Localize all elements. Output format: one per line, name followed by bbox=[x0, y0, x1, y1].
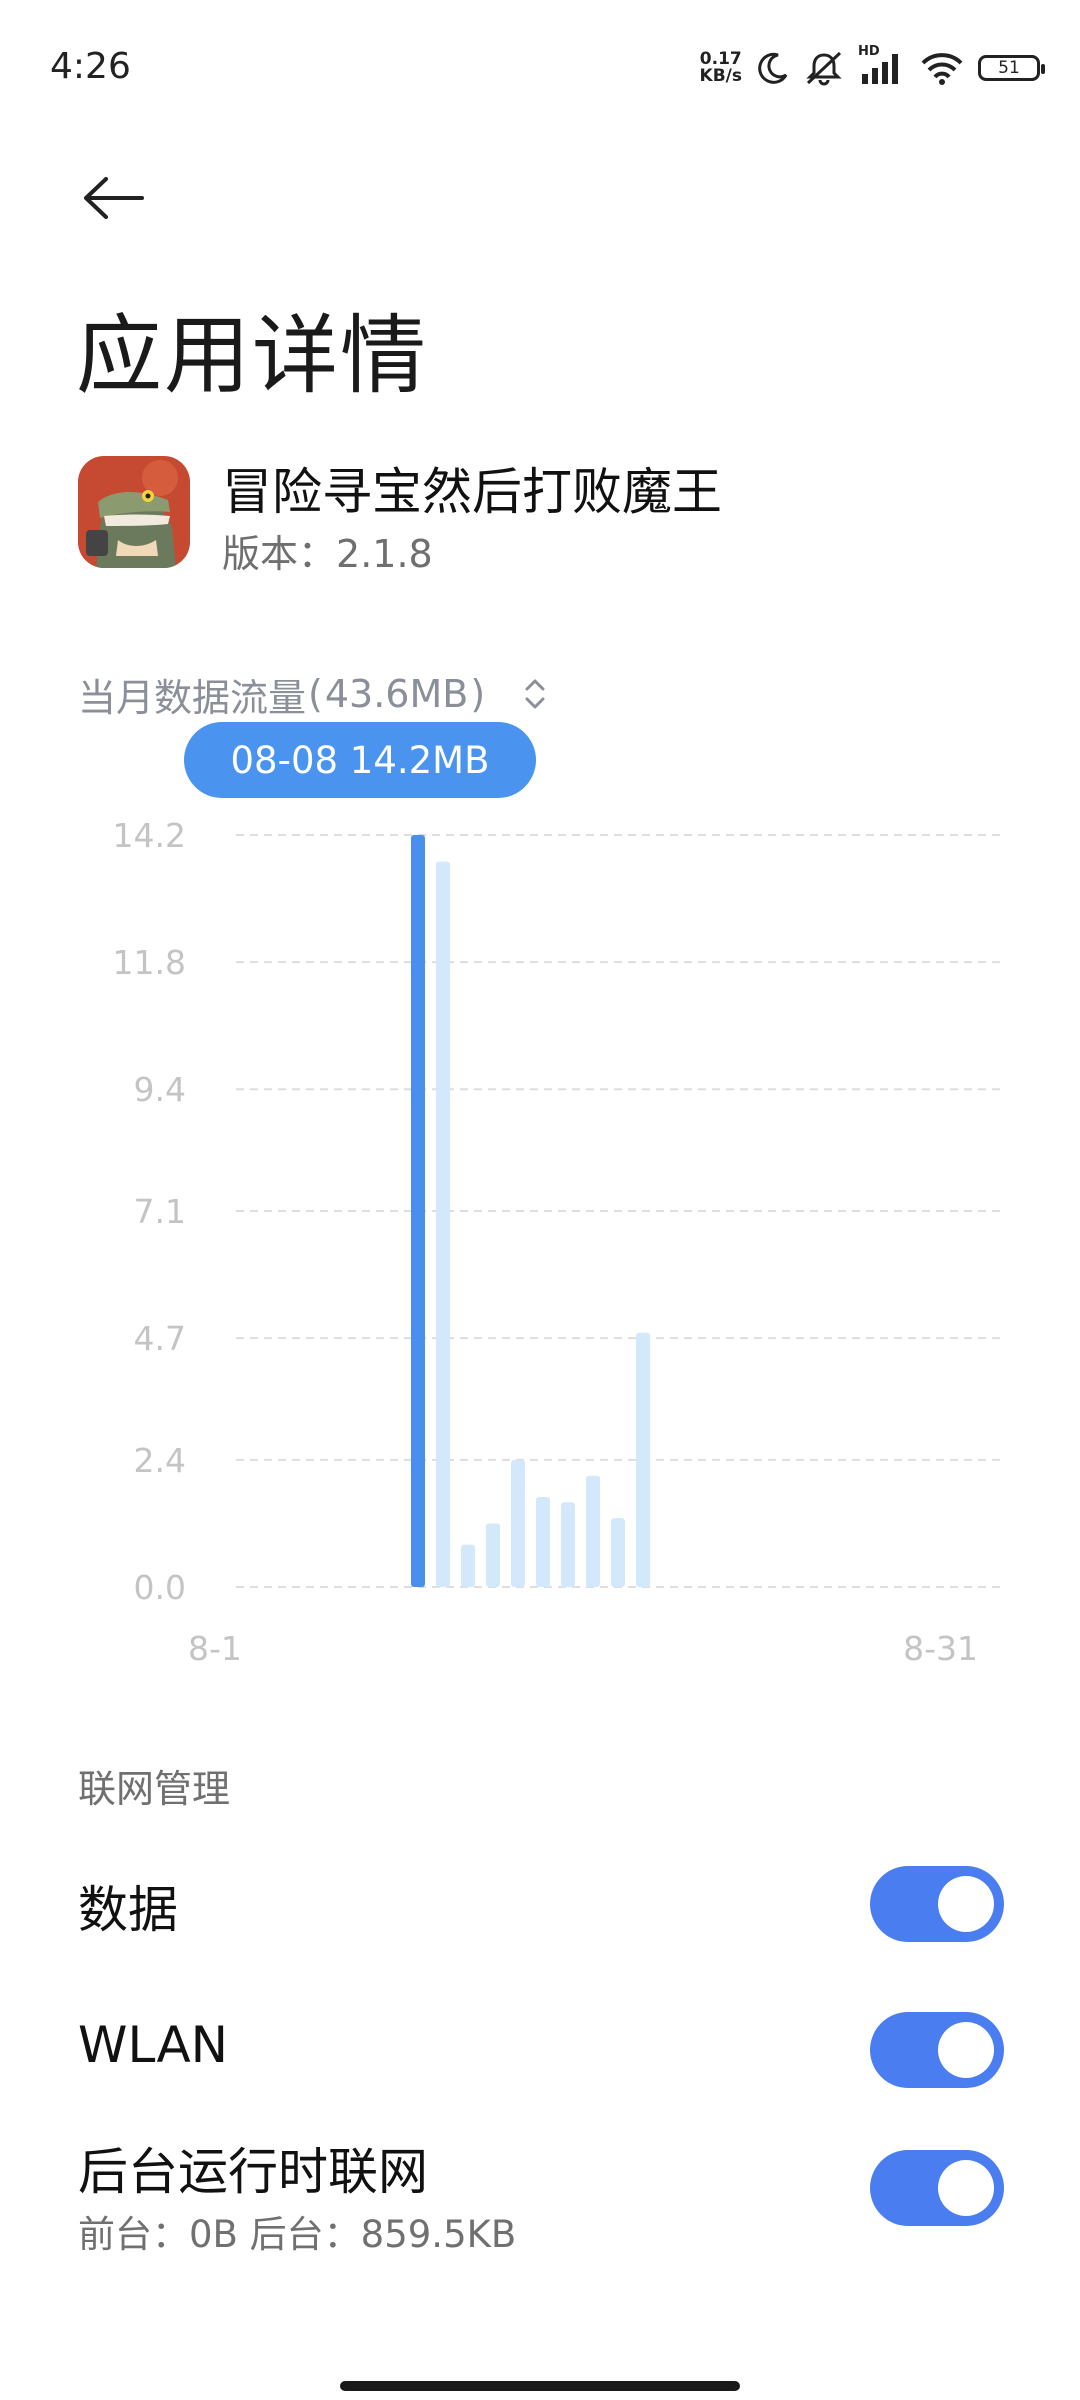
up-down-arrows-icon bbox=[523, 677, 547, 711]
setting-row-background[interactable]: 后台运行时联网 前台：0B 后台：859.5KB bbox=[0, 2128, 1080, 2268]
setting-title: WLAN bbox=[78, 2016, 229, 2074]
signal-icon: HD bbox=[858, 44, 906, 86]
chart-y-tick-label: 7.1 bbox=[134, 1192, 186, 1231]
back-button[interactable] bbox=[72, 156, 156, 240]
status-bar: 4:26 0.17 KB/s HD 51 bbox=[0, 0, 1080, 140]
setting-subtitle: 前台：0B 后台：859.5KB bbox=[78, 2213, 517, 2256]
toggle-knob bbox=[938, 2160, 994, 2216]
chart-bar[interactable] bbox=[586, 1475, 600, 1587]
status-icons: 0.17 KB/s HD 51 bbox=[699, 44, 1045, 90]
arrow-left-icon bbox=[84, 177, 144, 219]
network-speed: 0.17 KB/s bbox=[699, 49, 742, 86]
chart-x-tick-label: 8-31 bbox=[903, 1629, 978, 1668]
chart-bar[interactable] bbox=[511, 1459, 525, 1587]
chart-bar[interactable] bbox=[636, 1332, 650, 1587]
setting-title: 后台运行时联网 bbox=[78, 2143, 428, 2201]
wifi-icon bbox=[920, 50, 964, 86]
app-name: 冒险寻宝然后打败魔王 bbox=[222, 463, 722, 521]
chart-y-tick-label: 4.7 bbox=[134, 1319, 186, 1358]
chart-bar[interactable] bbox=[536, 1496, 550, 1587]
setting-row-data[interactable]: 数据 bbox=[0, 1850, 1080, 1960]
status-time: 4:26 bbox=[50, 46, 131, 87]
chart-bar[interactable] bbox=[561, 1502, 575, 1587]
toggle-knob bbox=[938, 2022, 994, 2078]
toggle-wlan[interactable] bbox=[870, 2012, 1004, 2088]
chart-bar[interactable] bbox=[611, 1518, 625, 1587]
app-version: 版本：2.1.8 bbox=[222, 532, 433, 576]
data-usage-chart[interactable]: 14.2 11.8 9.4 7.1 4.7 2.4 0.08-1 8-31 bbox=[0, 800, 1080, 1700]
chart-y-tick-label: 9.4 bbox=[134, 1070, 186, 1109]
chart-bar[interactable] bbox=[486, 1523, 500, 1587]
chart-x-tick-label: 8-1 bbox=[188, 1629, 242, 1668]
chart-bar[interactable] bbox=[461, 1544, 475, 1587]
setting-row-wlan[interactable]: WLAN bbox=[0, 1996, 1080, 2106]
home-indicator[interactable] bbox=[340, 2381, 740, 2391]
chart-y-tick-label: 0.0 bbox=[134, 1568, 186, 1607]
app-icon bbox=[78, 456, 190, 568]
chart-y-tick-label: 14.2 bbox=[113, 816, 186, 855]
mute-bell-icon bbox=[804, 50, 844, 86]
chart-bar[interactable] bbox=[436, 861, 450, 1587]
battery-icon: 51 bbox=[978, 55, 1045, 81]
setting-title: 数据 bbox=[78, 1881, 178, 1939]
chart-y-tick-label: 2.4 bbox=[134, 1441, 186, 1480]
toggle-data[interactable] bbox=[870, 1866, 1004, 1942]
toggle-background[interactable] bbox=[870, 2150, 1004, 2226]
data-period-selector[interactable]: 当月数据流量( 43.6MB ) bbox=[78, 666, 547, 722]
moon-icon bbox=[756, 51, 790, 85]
page-title: 应用详情 bbox=[76, 306, 428, 406]
section-label-network: 联网管理 bbox=[78, 1767, 231, 1811]
selected-day-tooltip: 08-08 14.2MB bbox=[184, 722, 536, 798]
toggle-knob bbox=[938, 1876, 994, 1932]
chart-bar[interactable] bbox=[411, 835, 425, 1587]
chart-y-tick-label: 11.8 bbox=[113, 943, 186, 982]
